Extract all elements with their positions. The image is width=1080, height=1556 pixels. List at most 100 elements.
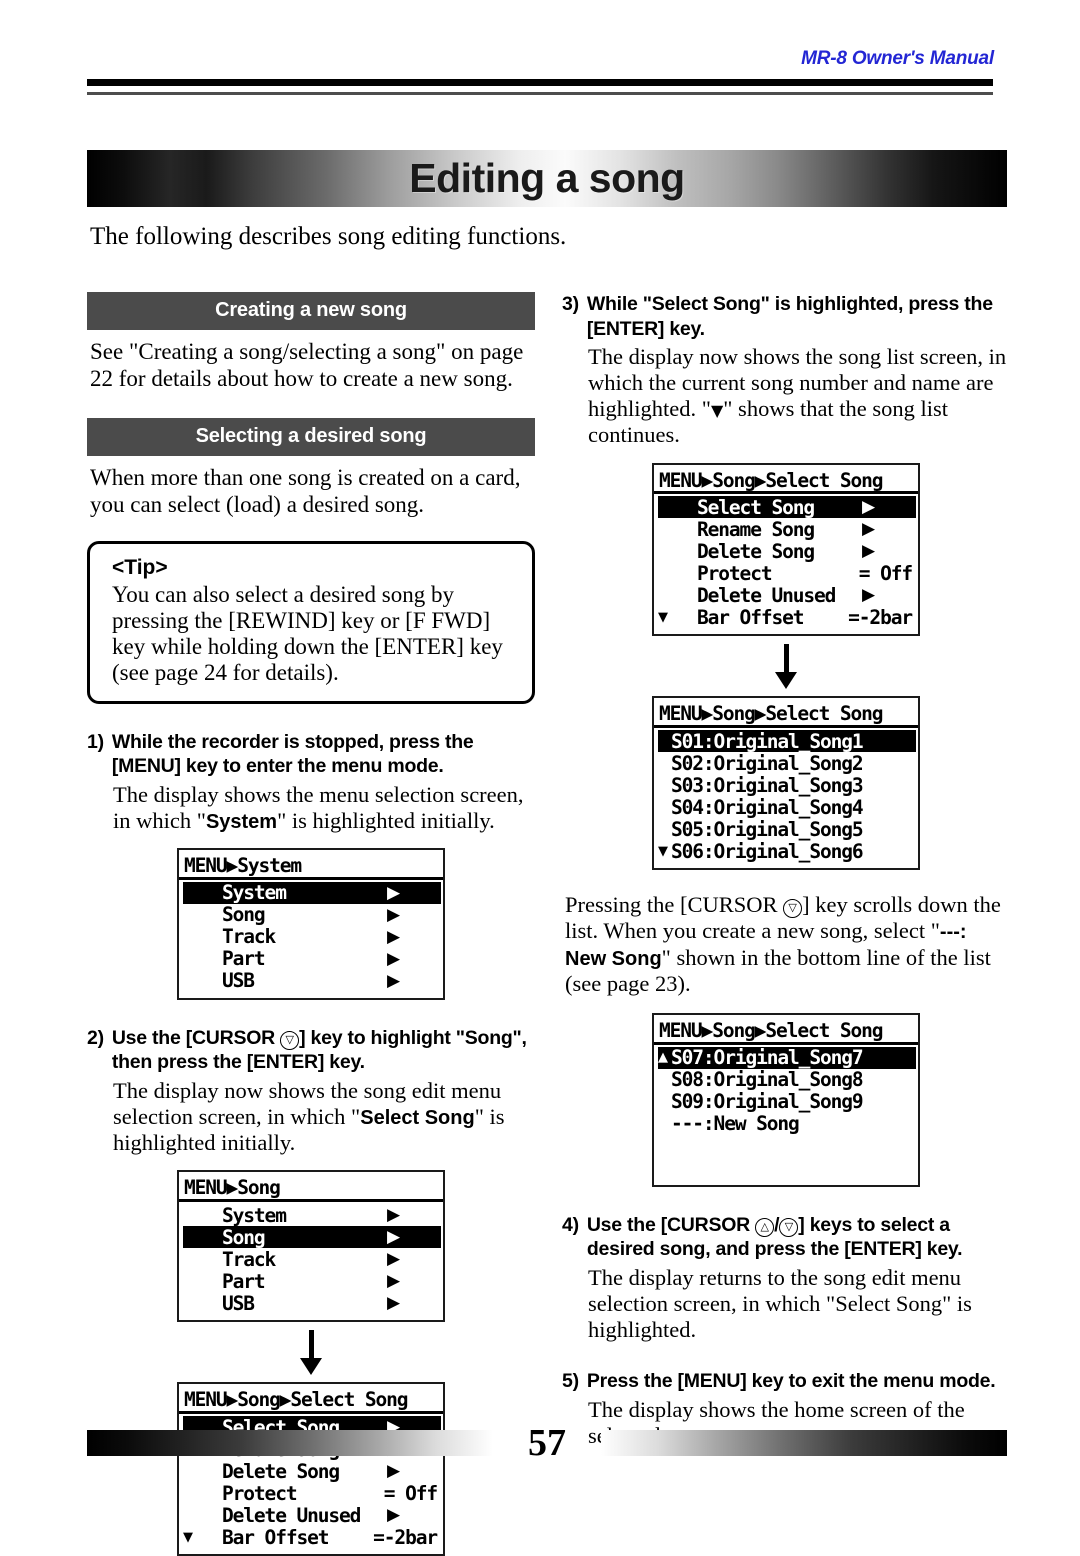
submenu-arrow-icon: ▶ (387, 1249, 400, 1270)
lcd-row[interactable]: ▼ Bar Offset =-2bar (654, 605, 918, 629)
lcd-breadcrumb: MENU▶Song▶Select Song (179, 1389, 443, 1415)
lcd-row[interactable]: USB ▶ (179, 969, 443, 993)
lcd-row[interactable]: Select Song ▶ (658, 495, 916, 519)
lcd-row[interactable]: System ▶ (183, 881, 441, 904)
lcd-row[interactable]: Song ▶ (179, 903, 443, 927)
submenu-arrow-icon: ▶ (387, 1205, 400, 1226)
step-1-body: The display shows the menu selection scr… (113, 782, 535, 834)
lcd-row[interactable] (654, 1135, 918, 1157)
submenu-arrow-icon: ▶ (387, 970, 400, 991)
lcd-row[interactable]: Part ▶ (179, 947, 443, 970)
lcd-row-list: ▲ S07:Original_Song7 S08:Original_Song8 S09… (654, 1045, 918, 1179)
step-4-heading-part1: Use the [CURSOR (586, 1213, 756, 1236)
lcd-menu-system: MENU▶System System ▶ Song ▶ Track ▶ Part ▶ USB ▶ (177, 847, 445, 1000)
step-4-number: 4) (562, 1213, 579, 1236)
lcd-row-label: Select Song (697, 495, 815, 519)
manual-page: MR-8 Owner's Manual Editing a song The f… (0, 0, 1080, 1556)
lcd-row[interactable]: System ▶ (179, 1204, 443, 1227)
triangle-down-icon: ▼ (710, 401, 724, 421)
step-2-heading-text: Use the [CURSOR ▽] key to highlight "Son… (112, 1026, 535, 1075)
left-column: Creating a new song See "Creating a song… (87, 292, 535, 1556)
header-rule-thick (87, 79, 993, 86)
step-4: 4) Use the [CURSOR △ / ▽] keys to select a… (562, 1213, 1010, 1343)
lcd-row[interactable]: ▼ S06:Original_Song6 (654, 840, 918, 863)
lcd-breadcrumb: MENU▶System (179, 855, 443, 880)
step-1-body-part2: " is highlighted initially. (277, 807, 495, 833)
lcd-row-label: S09:Original_Song9 (671, 1090, 864, 1114)
lcd-row[interactable]: Protect = Off (654, 561, 918, 585)
lcd-row[interactable]: Rename Song ▶ (654, 517, 918, 541)
lcd-row[interactable]: Part ▶ (179, 1270, 443, 1293)
right-column: 3) While "Select Song" is highlighted, p… (562, 292, 1010, 1449)
step-2-body: The display now shows the song edit menu… (113, 1078, 535, 1156)
step-1: 1) While the recorder is stopped, press … (87, 730, 535, 1000)
lcd-row[interactable]: ▼ Bar Offset =-2bar (179, 1525, 443, 1549)
lcd-row[interactable]: USB ▶ (179, 1292, 443, 1315)
lcd-row-label: Delete Unused (697, 583, 836, 607)
step-1-body-bold: System (205, 810, 278, 833)
lcd-row-value: =-2bar (848, 605, 913, 629)
tip-label: <Tip> (112, 555, 168, 579)
lcd-row[interactable]: Track ▶ (179, 1248, 443, 1271)
step-3-number: 3) (562, 293, 579, 315)
lcd-row[interactable]: ---:New Song (654, 1112, 918, 1135)
lcd-row[interactable]: S04:Original_Song4 (654, 796, 918, 819)
step-2-heading: 2) Use the [CURSOR ▽] key to highlight "… (87, 1026, 535, 1075)
submenu-arrow-icon: ▶ (387, 904, 400, 925)
lcd-menu-system-wrap: MENU▶System System ▶ Song ▶ Track ▶ Part ▶ USB ▶ (87, 847, 535, 1000)
step-2: 2) Use the [CURSOR ▽] key to highlight "… (87, 1026, 535, 1556)
lcd-row-list: System ▶ Song ▶ Track ▶ Part ▶ USB ▶ (179, 880, 443, 992)
lcd-row-label: Protect (222, 1481, 298, 1505)
lcd-row-label: S07:Original_Song7 (671, 1046, 864, 1070)
lcd-row-value: = Off (383, 1481, 438, 1505)
flow-arrow-down-right-1 (562, 636, 1010, 690)
lcd-row[interactable]: S02:Original_Song2 (654, 752, 918, 775)
submenu-arrow-icon: ▶ (387, 1271, 400, 1292)
lcd-row-label: Track (222, 925, 276, 949)
lcd-row-label: USB (222, 969, 255, 993)
step-2-body-bold: Select Song (360, 1107, 475, 1130)
lcd-row[interactable]: Track ▶ (179, 925, 443, 949)
lcd-row-label: Bar Offset (697, 605, 805, 629)
lcd-row-label: Song (222, 1225, 266, 1249)
lcd-row-value: = Off (858, 561, 913, 585)
lcd-row-value: =-2bar (373, 1525, 438, 1549)
lcd-row[interactable]: Protect = Off (179, 1481, 443, 1505)
lcd-row[interactable]: Song ▶ (183, 1225, 441, 1249)
lcd-menu-song: MENU▶Song System ▶ Song ▶ Track ▶ Part ▶ USB ▶ (177, 1170, 445, 1323)
lcd-row[interactable]: Delete Song ▶ (654, 539, 918, 563)
lcd-row[interactable]: S09:Original_Song9 (654, 1090, 918, 1114)
lcd-row-list: Select Song▶Rename Song ▶Delete Song▶Prot… (654, 494, 918, 629)
lcd-row-label: Delete Song (697, 539, 815, 563)
scroll-note: Pressing the [CURSOR ▽] key scrolls down… (565, 892, 1010, 997)
lcd-row[interactable]: S01:Original_Song1 (658, 730, 916, 753)
lcd-row[interactable]: S08:Original_Song8 (654, 1068, 918, 1091)
step-5-number: 5) (562, 1370, 579, 1393)
lcd-row[interactable]: Delete Unused ▶ (179, 1504, 443, 1527)
lcd-row[interactable]: Delete Unused ▶ (654, 583, 918, 607)
step-1-heading: 1) While the recorder is stopped, press … (87, 730, 535, 779)
lcd-row[interactable]: ▲ S07:Original_Song7 (658, 1046, 916, 1070)
lcd-row-list: System ▶ Song ▶ Track ▶ Part ▶ USB ▶ (179, 1202, 443, 1315)
lcd-row[interactable] (654, 1157, 918, 1179)
page-number: 57 (528, 1422, 566, 1464)
lcd-breadcrumb: MENU▶Song (179, 1177, 443, 1203)
lcd-row-list: S01:Original_Song1 S02:Original_Song2 S03:… (654, 728, 918, 863)
lcd-row-label: Song (222, 903, 266, 927)
lcd-song-edit-menu-left-wrap: MENU▶Song▶Select SongSelect Song▶Rename … (87, 1382, 535, 1556)
lcd-song-edit-menu-right-wrap: MENU▶Song▶Select Song Select Song ▶ Rename … (562, 462, 1010, 637)
submenu-arrow-icon: ▶ (862, 519, 875, 540)
step-3: 3) While "Select Song" is highlighted, p… (562, 292, 1010, 871)
lcd-row-label: Rename Song (697, 517, 815, 541)
lcd-song-list-page2-wrap: MENU▶Song▶Select Song ▲ S07:Original_Song7… (562, 1012, 1010, 1187)
lcd-row[interactable]: S03:Original_Song3 (654, 774, 918, 797)
scroll-down-icon: ▼ (658, 609, 668, 625)
step-4-heading-text: Use the [CURSOR △ / ▽] keys to select a de… (587, 1213, 1010, 1262)
scroll-note-part1: Pressing the [CURSOR (565, 892, 784, 918)
step-4-body: The display returns to the song edit men… (588, 1264, 972, 1342)
step-5-heading-text: Press the [MENU] key to exit the menu mo… (586, 1370, 996, 1393)
submenu-arrow-icon: ▶ (387, 1227, 400, 1248)
lcd-row[interactable]: S05:Original_Song5 (654, 818, 918, 841)
chapter-title-banner: Editing a song (87, 150, 1007, 207)
header-rule-thin (87, 92, 993, 95)
